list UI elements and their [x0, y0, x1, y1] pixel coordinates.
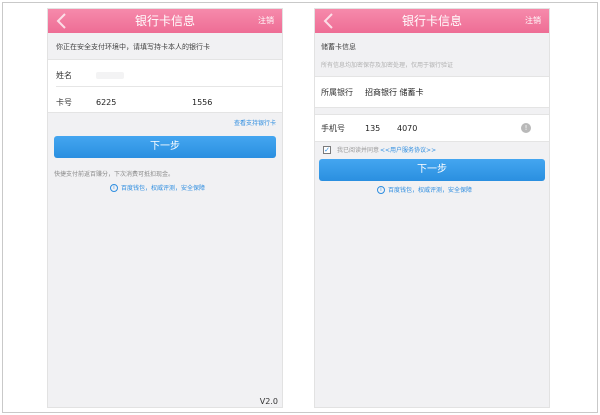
page-title: 银行卡信息 — [401, 14, 462, 28]
card-number-prefix[interactable]: 6225 — [96, 97, 116, 108]
card-number-suffix[interactable]: 1556 — [192, 97, 212, 108]
phone-label: 手机号 — [321, 124, 345, 133]
nav-bar: 银行卡信息 注销 — [315, 9, 549, 33]
page-title: 银行卡信息 — [134, 14, 195, 28]
nav-bar: 银行卡信息 注销 — [48, 9, 282, 33]
section-title: 储蓄卡信息 — [321, 43, 356, 51]
bank-card-screen-step1: 银行卡信息 注销 你正在安全支付环境中，请填写持卡本人的银行卡 姓名 卡号 62… — [47, 8, 283, 408]
promo-text: 快捷支付前返百赚分，下次消费可抵扣现金。 — [54, 171, 175, 178]
security-note: 百度钱包，权威评测，安全保障 — [121, 185, 206, 192]
shield-info-icon: i — [110, 184, 118, 192]
card-form: 姓名 卡号 6225 1556 — [48, 59, 282, 113]
phone-row: 手机号 135 4070 ! — [315, 114, 549, 142]
help-icon[interactable]: ! — [521, 123, 531, 133]
next-step-button[interactable]: 下一步 — [319, 159, 545, 181]
shield-info-icon: i — [377, 186, 385, 194]
user-agreement-link[interactable]: <<用户服务协议>> — [380, 146, 436, 155]
supported-banks-link[interactable]: 查看支持银行卡 — [234, 119, 276, 128]
field-divider — [56, 86, 282, 87]
bank-label: 所属银行 — [321, 88, 353, 97]
next-step-button[interactable]: 下一步 — [54, 136, 276, 158]
security-note: 百度钱包，权威评测，安全保障 — [388, 187, 473, 194]
agree-text: 我已阅读并同意 — [337, 147, 380, 154]
phone-suffix[interactable]: 4070 — [397, 123, 417, 134]
logout-button[interactable]: 注销 — [525, 15, 541, 27]
bank-card-screen-step2: 银行卡信息 注销 储蓄卡信息 所有信息均加密保存及加密处理，仅用于银行验证 所属… — [314, 8, 550, 408]
logout-button[interactable]: 注销 — [258, 15, 274, 27]
security-notice: 你正在安全支付环境中，请填写持卡本人的银行卡 — [56, 43, 210, 51]
bank-info-row: 所属银行 招商银行 储蓄卡 — [315, 76, 549, 108]
card-number-label: 卡号 — [56, 98, 72, 107]
version-label: V2.0 — [259, 397, 278, 406]
agree-checkbox[interactable]: ✓ — [323, 146, 331, 154]
section-description: 所有信息均加密保存及加密处理，仅用于银行验证 — [321, 62, 454, 69]
phone-prefix[interactable]: 135 — [365, 123, 380, 134]
name-label: 姓名 — [56, 71, 72, 80]
bank-value: 招商银行 储蓄卡 — [365, 88, 424, 97]
name-field[interactable] — [96, 72, 124, 79]
